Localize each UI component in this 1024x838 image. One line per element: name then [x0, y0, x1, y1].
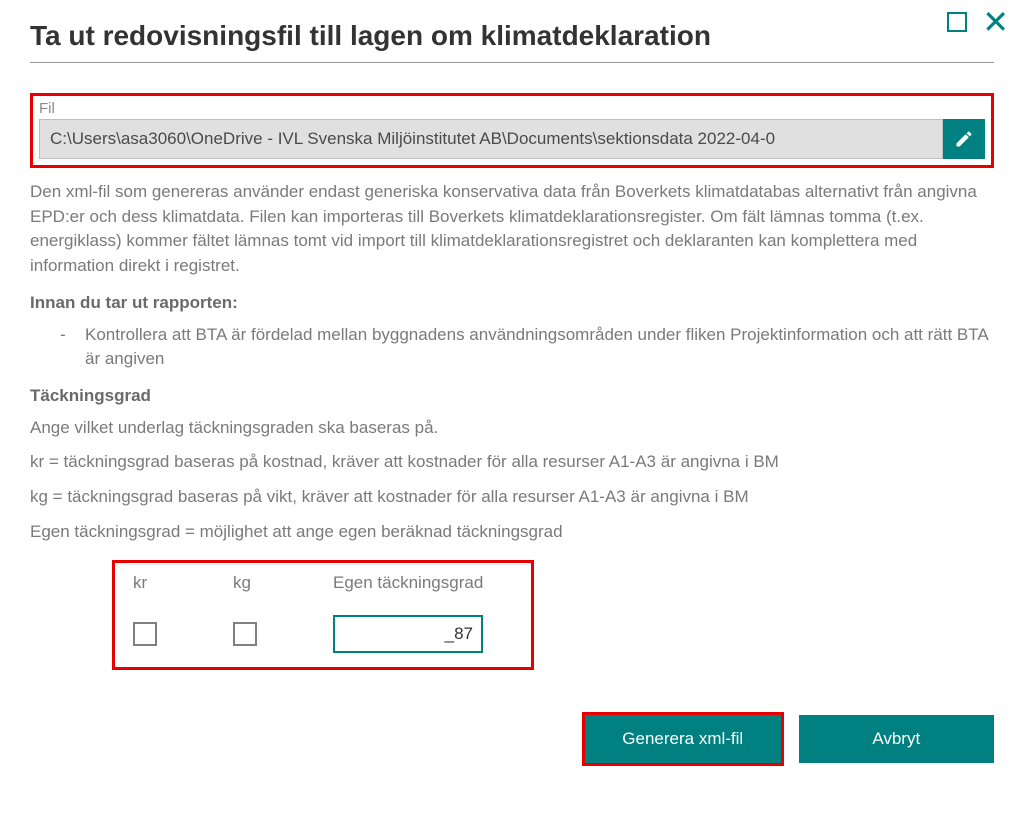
before-report-heading: Innan du tar ut rapporten:: [30, 293, 994, 313]
egen-input[interactable]: [333, 615, 483, 653]
edit-file-button[interactable]: [943, 119, 985, 159]
kr-label: kr: [133, 573, 147, 592]
close-icon[interactable]: ✕: [982, 12, 1009, 32]
coverage-kr-desc: kr = täckningsgrad baseras på kostnad, k…: [30, 450, 994, 475]
file-section-highlight: Fil: [30, 93, 994, 168]
coverage-heading: Täckningsgrad: [30, 386, 994, 406]
before-report-bullet: Kontrollera att BTA är fördelad mellan b…: [85, 323, 994, 372]
kg-label: kg: [233, 573, 251, 592]
file-path-input[interactable]: [39, 119, 943, 159]
description-text: Den xml-fil som genereras använder endas…: [30, 180, 994, 279]
coverage-intro: Ange vilket underlag täckningsgraden ska…: [30, 416, 994, 441]
coverage-egen-desc: Egen täckningsgrad = möjlighet att ange …: [30, 520, 994, 545]
kg-checkbox[interactable]: [233, 622, 257, 646]
pencil-icon: [954, 129, 974, 149]
coverage-input-highlight: kr kg Egen täckningsgrad: [112, 560, 534, 670]
kr-checkbox[interactable]: [133, 622, 157, 646]
dialog-title: Ta ut redovisningsfil till lagen om klim…: [30, 20, 994, 63]
cancel-button[interactable]: Avbryt: [799, 715, 995, 763]
egen-label: Egen täckningsgrad: [333, 573, 483, 592]
window-controls: ✕: [947, 12, 1009, 32]
generate-button[interactable]: Generera xml-fil: [585, 715, 781, 763]
coverage-kg-desc: kg = täckningsgrad baseras på vikt, kräv…: [30, 485, 994, 510]
maximize-icon[interactable]: [947, 12, 967, 32]
file-label: Fil: [39, 100, 985, 117]
